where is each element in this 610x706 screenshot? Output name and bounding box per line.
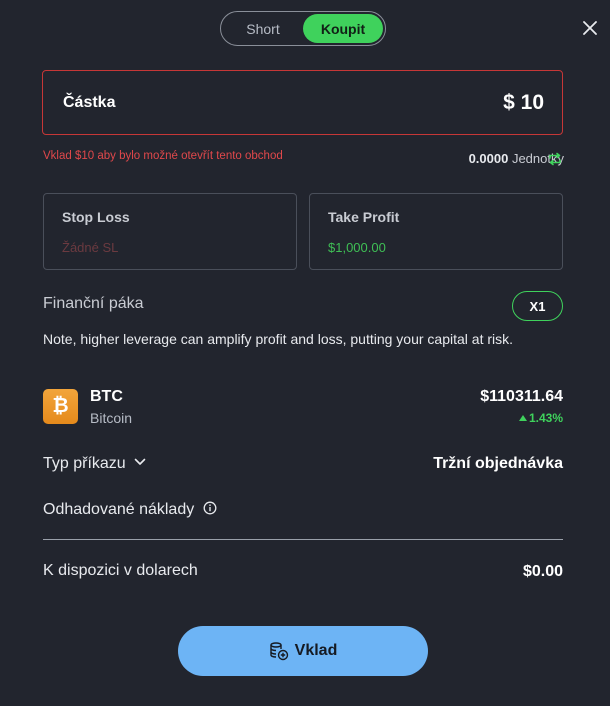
asset-change: 1.43% bbox=[518, 411, 563, 425]
divider bbox=[43, 539, 563, 540]
direction-toggle: Short Koupit bbox=[220, 11, 386, 46]
stop-loss-title: Stop Loss bbox=[62, 209, 130, 225]
available-label: K dispozici v dolarech bbox=[43, 562, 198, 579]
stop-loss-value: Žádné SL bbox=[62, 240, 119, 255]
take-profit-title: Take Profit bbox=[328, 209, 400, 225]
bitcoin-icon: ₿ bbox=[43, 389, 78, 424]
amount-value: $ 10 bbox=[503, 91, 544, 114]
leverage-title: Finanční páka bbox=[43, 295, 144, 312]
estimated-costs-row: Odhadované náklady bbox=[43, 501, 217, 519]
stop-loss-field[interactable]: Stop Loss Žádné SL bbox=[43, 193, 297, 270]
info-icon[interactable] bbox=[203, 501, 217, 515]
buy-toggle-option[interactable]: Koupit bbox=[303, 14, 383, 43]
close-icon[interactable] bbox=[580, 18, 600, 38]
leverage-note: Note, higher leverage can amplify profit… bbox=[43, 331, 514, 347]
asset-symbol: BTC bbox=[90, 388, 123, 405]
leverage-button[interactable]: X1 bbox=[512, 291, 563, 321]
deposit-warning: Vklad $10 aby bylo možné otevřít tento o… bbox=[43, 150, 283, 162]
deposit-button-label: Vklad bbox=[294, 642, 338, 659]
available-value: $0.00 bbox=[522, 563, 563, 580]
take-profit-value: $1,000.00 bbox=[328, 240, 386, 255]
asset-change-value: 1.43% bbox=[528, 411, 563, 425]
asset-name: Bitcoin bbox=[90, 410, 133, 426]
coins-deposit-icon bbox=[269, 642, 288, 661]
take-profit-field[interactable]: Take Profit $1,000.00 bbox=[309, 193, 563, 270]
short-toggle-option[interactable]: Short bbox=[223, 14, 303, 43]
swap-icon[interactable] bbox=[547, 151, 563, 167]
estimated-costs-label: Odhadované náklady bbox=[43, 501, 195, 518]
arrow-up-icon bbox=[518, 415, 527, 421]
order-type-label: Typ příkazu bbox=[43, 455, 126, 472]
units-value: 0.0000 bbox=[468, 151, 509, 166]
amount-input[interactable]: Částka $ 10 bbox=[42, 70, 563, 135]
chevron-down-icon bbox=[134, 458, 146, 465]
deposit-button[interactable]: Vklad bbox=[178, 626, 428, 676]
amount-label: Částka bbox=[63, 94, 116, 111]
asset-price: $110311.64 bbox=[480, 388, 563, 405]
order-type-value: Tržní objednávka bbox=[433, 455, 563, 472]
order-type-dropdown[interactable]: Typ příkazu bbox=[43, 455, 146, 473]
